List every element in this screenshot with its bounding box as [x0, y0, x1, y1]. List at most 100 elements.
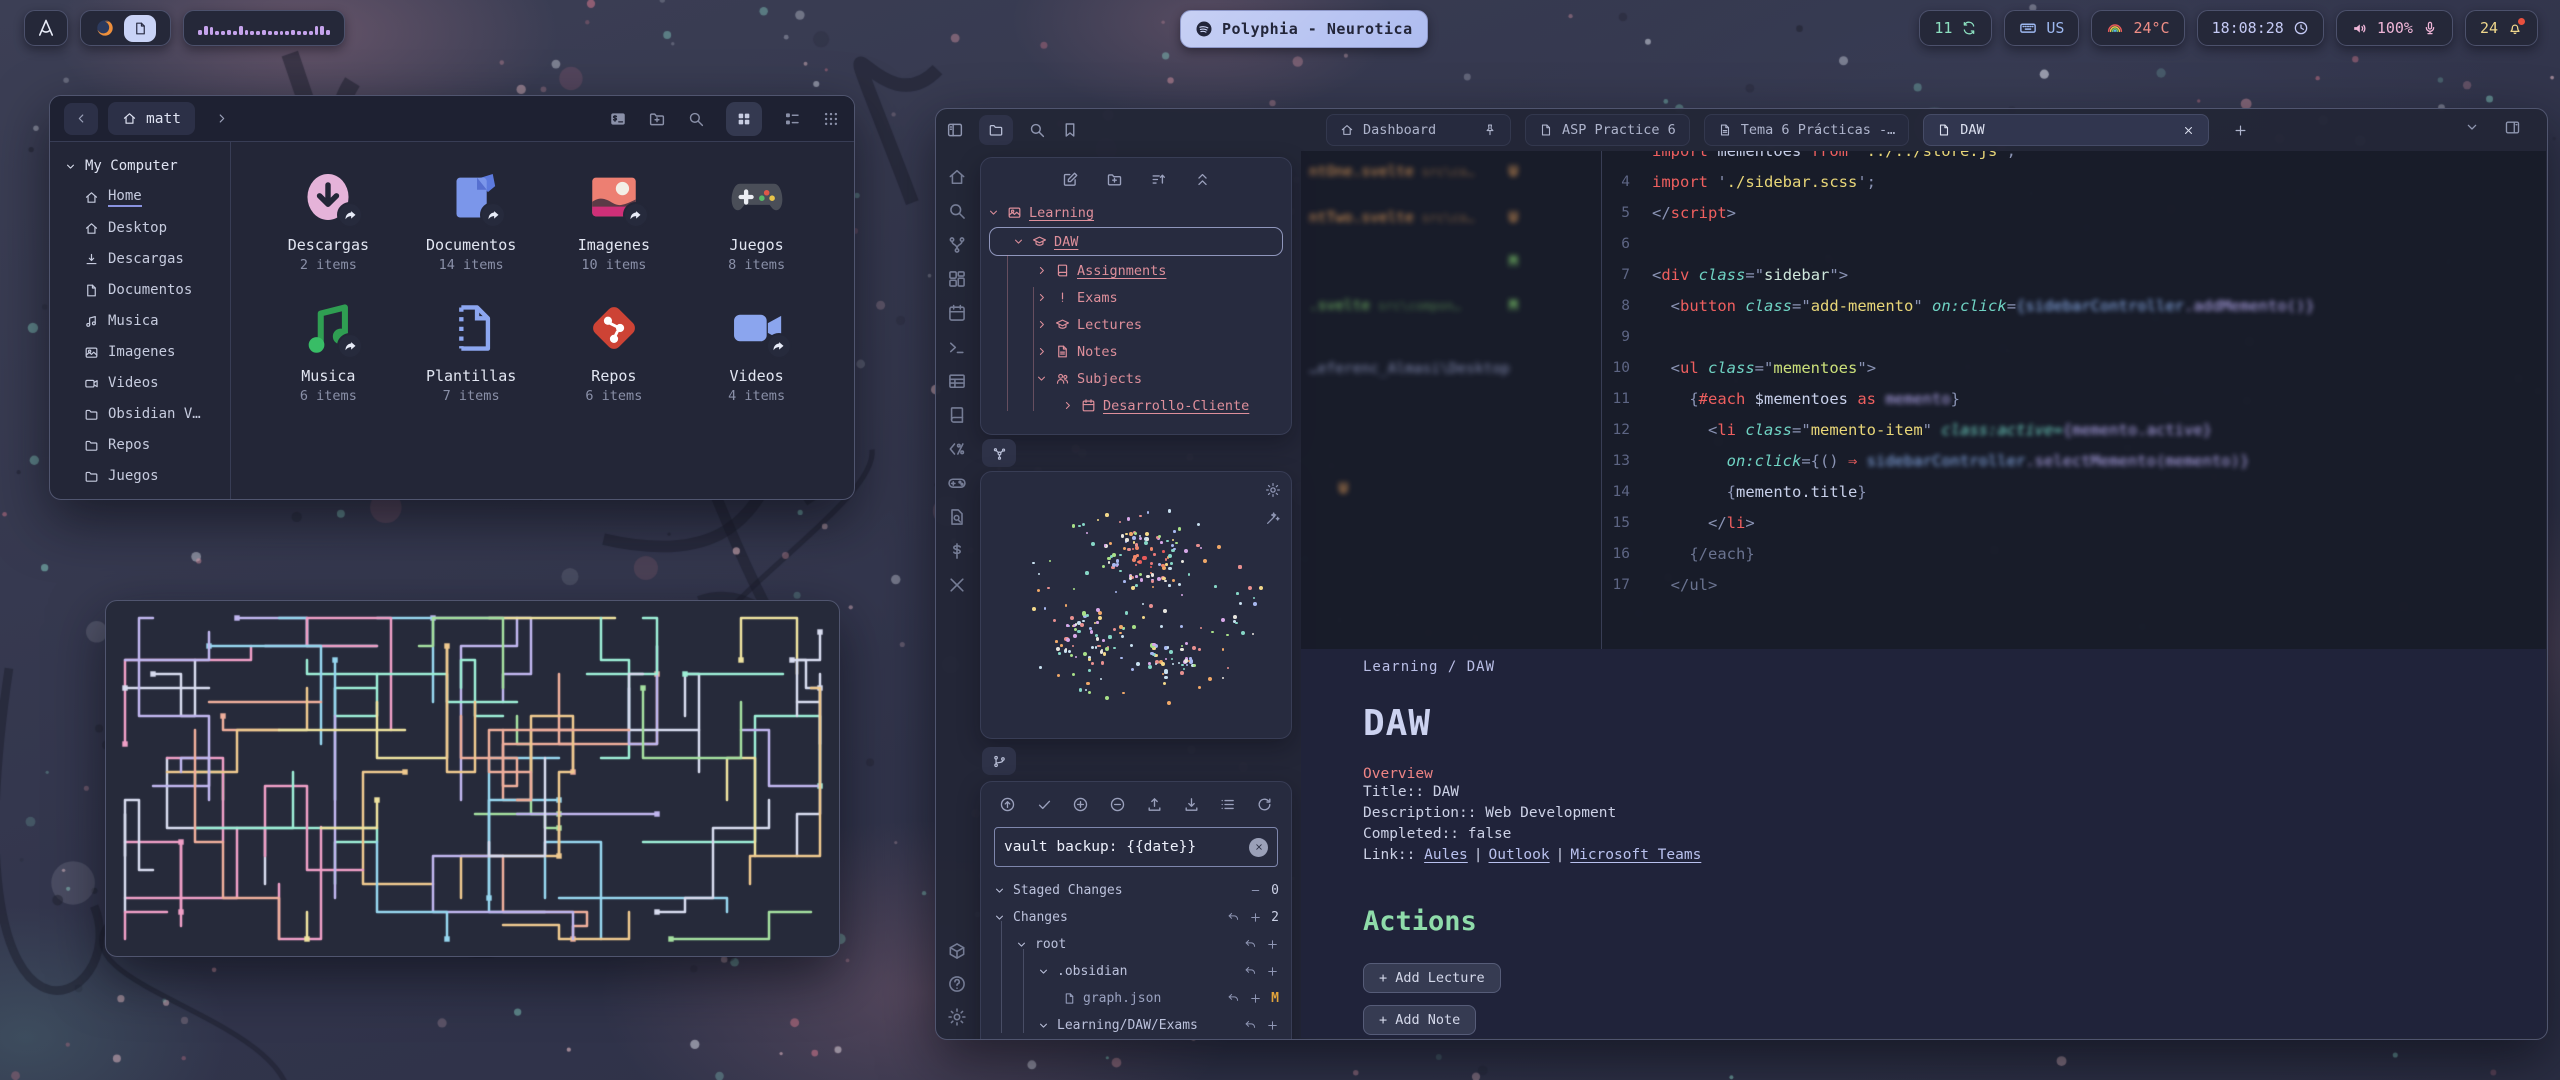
back-button[interactable] — [64, 103, 98, 135]
sidebar-item-desktop[interactable]: Desktop — [60, 213, 220, 244]
ribbon-template-icon[interactable] — [947, 439, 967, 459]
folder-plantillas[interactable]: Plantillas 7 items — [401, 297, 541, 404]
add-note-button[interactable]: + Add Note — [1363, 1005, 1476, 1035]
graph-settings-gear-icon[interactable] — [1265, 482, 1281, 498]
sidebar-item-videos[interactable]: Videos — [60, 368, 220, 399]
discard-icon[interactable] — [1227, 992, 1240, 1005]
active-app-chip[interactable] — [124, 15, 156, 42]
stage-all-icon[interactable] — [1072, 796, 1089, 813]
ribbon-file-search-icon[interactable] — [947, 507, 967, 527]
grid-view-button[interactable] — [726, 102, 762, 136]
tree-item-notes[interactable]: Notes — [987, 338, 1285, 365]
new-folder-icon[interactable] — [648, 110, 666, 128]
unstage-icon[interactable] — [1249, 884, 1262, 897]
toggle-left-sidebar-icon[interactable] — [946, 121, 964, 139]
ribbon-table-icon[interactable] — [947, 371, 967, 391]
tree-item-exams[interactable]: Exams — [987, 284, 1285, 311]
folder-descargas[interactable]: Descargas 2 items — [258, 166, 398, 273]
forward-button[interactable] — [205, 103, 239, 135]
discard-icon[interactable] — [1244, 1019, 1257, 1032]
refresh-icon[interactable] — [1256, 796, 1273, 813]
folder-repos[interactable]: Repos 6 items — [544, 297, 684, 404]
pin-icon[interactable] — [1483, 123, 1497, 137]
discard-icon[interactable] — [1244, 938, 1257, 951]
new-note-icon[interactable] — [1062, 171, 1079, 188]
git-row-graph-json[interactable]: graph.json M — [981, 985, 1291, 1012]
git-panel-tab[interactable] — [982, 747, 1016, 775]
settings-gear-icon[interactable] — [947, 1007, 967, 1027]
ribbon-currency-icon[interactable] — [947, 541, 967, 561]
ribbon-dashboard-icon[interactable] — [947, 269, 967, 289]
git-staged-section[interactable]: Staged Changes 0 — [981, 877, 1291, 904]
clock-widget[interactable]: 18:08:28 — [2197, 10, 2324, 46]
sidebar-root[interactable]: My Computer — [60, 156, 220, 182]
sidebar-item-imagenes[interactable]: Imagenes — [60, 337, 220, 368]
tab-daw[interactable]: DAW — [1923, 114, 2209, 146]
tab-list-dropdown-icon[interactable] — [2464, 119, 2480, 135]
new-tab-button[interactable] — [2223, 114, 2257, 146]
stage-icon[interactable] — [1249, 911, 1262, 924]
bookmark-icon[interactable] — [1061, 121, 1079, 139]
git-changes-section[interactable]: Changes 2 — [981, 904, 1291, 931]
stage-icon[interactable] — [1266, 1019, 1279, 1032]
graph-view-dots[interactable] — [995, 486, 1277, 724]
sidebar-item-repos[interactable]: Repos — [60, 430, 220, 461]
keyboard-layout-widget[interactable]: US — [2004, 10, 2079, 46]
close-icon[interactable] — [2182, 124, 2195, 137]
compact-view-icon[interactable] — [822, 110, 840, 128]
help-icon[interactable] — [947, 974, 967, 994]
folder-videos[interactable]: Videos 4 items — [687, 297, 827, 404]
clear-message-button[interactable] — [1249, 838, 1268, 857]
sidebar-item-juegos[interactable]: Juegos — [60, 461, 220, 492]
launcher-button[interactable] — [24, 10, 68, 46]
tab-asp-practice[interactable]: ASP Practice 6 — [1525, 114, 1690, 146]
tree-item-subjects[interactable]: Subjects — [987, 365, 1285, 392]
files-panel-button[interactable] — [979, 115, 1013, 145]
open-terminal-icon[interactable] — [609, 110, 627, 128]
git-row-root[interactable]: root — [981, 931, 1291, 958]
ribbon-home-icon[interactable] — [947, 167, 967, 187]
git-row-learning-daw-exams[interactable]: Learning/DAW/Exams — [981, 1012, 1291, 1039]
collapse-all-icon[interactable] — [1194, 171, 1211, 188]
discard-icon[interactable] — [1227, 911, 1240, 924]
stage-icon[interactable] — [1266, 938, 1279, 951]
tab-dashboard[interactable]: Dashboard — [1326, 114, 1511, 146]
sidebar-item-musica[interactable]: Musica — [60, 306, 220, 337]
folder-documentos[interactable]: Documentos 14 items — [401, 166, 541, 273]
updates-widget[interactable]: 11 — [1919, 10, 1992, 46]
tree-item-assignments[interactable]: Assignments — [987, 257, 1285, 284]
add-lecture-button[interactable]: + Add Lecture — [1363, 963, 1501, 993]
weather-widget[interactable]: 24°C — [2091, 10, 2184, 46]
commit-icon[interactable] — [1036, 796, 1053, 813]
folder-musica[interactable]: Musica 6 items — [258, 297, 398, 404]
firefox-icon[interactable] — [95, 18, 115, 38]
code-editor[interactable]: import mementoes from '../../store.js';4… — [1601, 151, 2546, 649]
sidebar-item-documentos[interactable]: Documentos — [60, 275, 220, 306]
commit-push-icon[interactable] — [999, 796, 1016, 813]
notifications-widget[interactable]: 24 — [2465, 10, 2538, 46]
search-icon[interactable] — [687, 110, 705, 128]
graph-panel-tab[interactable] — [982, 439, 1016, 467]
ribbon-tools-icon[interactable] — [947, 575, 967, 595]
tree-item-learning[interactable]: Learning — [987, 199, 1285, 226]
link-microsoft-teams[interactable]: Microsoft Teams — [1570, 847, 1701, 863]
sort-order-icon[interactable] — [1150, 171, 1167, 188]
tab-tema6-practicas[interactable]: Tema 6 Prácticas -… — [1704, 114, 1909, 146]
tree-item-lectures[interactable]: Lectures — [987, 311, 1285, 338]
link-aules[interactable]: Aules — [1424, 847, 1468, 863]
discard-icon[interactable] — [1244, 965, 1257, 978]
breadcrumb[interactable]: matt — [108, 102, 195, 135]
note-breadcrumb[interactable]: Learning / DAW — [1363, 659, 2506, 675]
sidebar-item-obsidian-vault[interactable]: Obsidian V… — [60, 399, 220, 430]
volume-widget[interactable]: 100% — [2336, 10, 2453, 46]
unstage-all-icon[interactable] — [1109, 796, 1126, 813]
tree-item-desarrollo-cliente[interactable]: Desarrollo-Cliente — [987, 392, 1285, 419]
stage-icon[interactable] — [1266, 965, 1279, 978]
tree-item-daw[interactable]: DAW — [989, 227, 1283, 256]
ribbon-terminal-icon[interactable] — [947, 337, 967, 357]
folder-imagenes[interactable]: Imagenes 10 items — [544, 166, 684, 273]
package-icon[interactable] — [947, 941, 967, 961]
search-icon[interactable] — [1028, 121, 1046, 139]
sidebar-item-descargas[interactable]: Descargas — [60, 244, 220, 275]
ribbon-calendar-icon[interactable] — [947, 303, 967, 323]
